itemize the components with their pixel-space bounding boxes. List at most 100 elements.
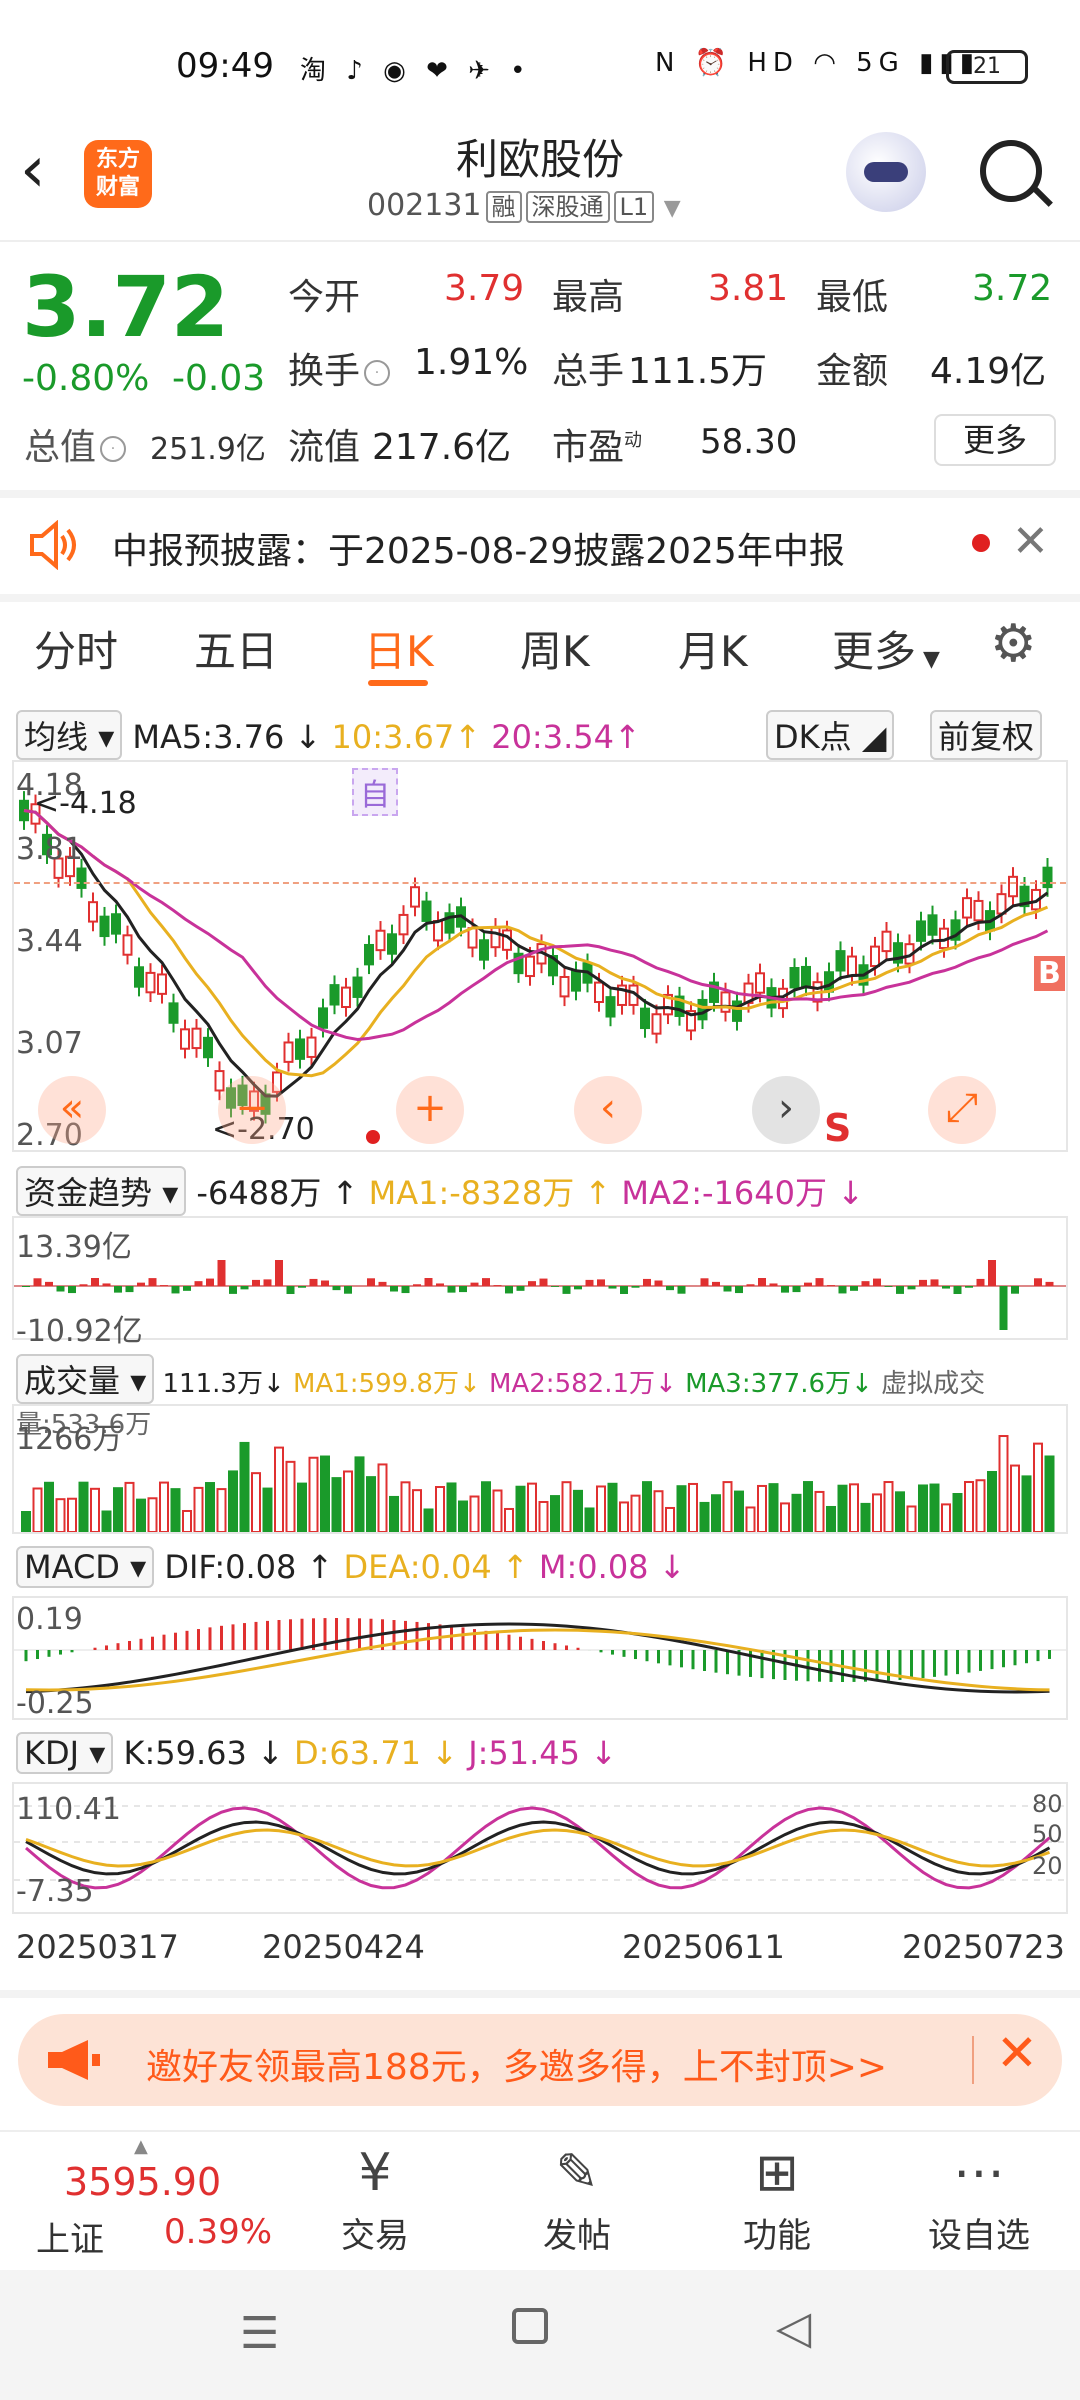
volume-selector[interactable]: 成交量 ▾ [16, 1354, 155, 1404]
k-line [25, 1820, 1051, 1876]
tab-indicator [368, 680, 428, 686]
volume-bar [895, 1491, 905, 1532]
date-label-2: 20250424 [262, 1928, 425, 1966]
kdj-selector[interactable]: KDJ ▾ [16, 1732, 114, 1774]
banner-text: 邀好友领最高188元，多邀多得，上不封顶>> [146, 2047, 888, 2088]
candle-body [99, 915, 110, 938]
self-select-tag[interactable]: 自 [352, 768, 398, 816]
kdj-ref-80: 80 [1032, 1790, 1063, 1818]
close-icon[interactable]: ✕ [1012, 516, 1049, 567]
kdj-top: 110.41 [16, 1792, 121, 1827]
settings-icon[interactable]: ⚙ [990, 614, 1037, 674]
fund-bar [321, 1280, 329, 1286]
fund-selector[interactable]: 资金趋势 ▾ [16, 1166, 187, 1216]
volume-bar [343, 1470, 353, 1532]
volume-bar [1033, 1442, 1043, 1532]
back-nav-icon[interactable]: ◁ [776, 2300, 811, 2354]
macd-selector[interactable]: MACD ▾ [16, 1546, 155, 1588]
megaphone-icon [48, 2040, 100, 2080]
volume-bar [964, 1481, 974, 1532]
back-icon[interactable]: ‹ [20, 138, 80, 210]
candle-body [168, 1002, 179, 1024]
fund-bar [850, 1286, 858, 1291]
sell-signal: S [824, 1106, 852, 1150]
assistant-avatar-icon[interactable] [846, 132, 926, 212]
fund-bar [930, 1279, 939, 1286]
home-icon[interactable] [512, 2308, 548, 2344]
volume-bar [883, 1481, 894, 1532]
volume-bar [630, 1494, 641, 1532]
candle-body [122, 934, 133, 956]
fund-bar [263, 1279, 272, 1286]
candle-body [157, 973, 167, 995]
fund-bar [804, 1282, 812, 1286]
status-time: 09:49 [176, 46, 274, 86]
macd-chart[interactable] [12, 1596, 1068, 1720]
add-watchlist-button[interactable]: ⋯ 设自选 [904, 2138, 1054, 2257]
adjust-button[interactable]: 前复权 [930, 710, 1043, 760]
status-bar: 09:49 淘 ♪ ◉ ❤ ✈ • N ⏰ HD ◠ 5G ▮▮▮ 21 [0, 0, 1080, 140]
kdj-chart[interactable] [12, 1782, 1068, 1914]
index-value[interactable]: 3595.90 [64, 2160, 221, 2204]
post-button[interactable]: ✎ 发帖 [502, 2138, 652, 2257]
volume-bar [584, 1507, 595, 1532]
index-percent[interactable]: 0.39% [164, 2212, 272, 2252]
volume-bar [32, 1487, 43, 1532]
candle-body [962, 897, 972, 919]
fund-bar [194, 1281, 203, 1286]
search-icon[interactable] [980, 140, 1042, 202]
candle-body [467, 927, 478, 949]
zoom-out-button[interactable]: − [218, 1076, 286, 1144]
scroll-left-button[interactable]: ‹ [574, 1076, 642, 1144]
tab-more[interactable]: 更多 ▼ [832, 618, 940, 679]
invite-banner[interactable]: 邀好友领最高188元，多邀多得，上不封顶>> ✕ [18, 2014, 1062, 2106]
caret-up-icon[interactable]: ▲ [134, 2136, 148, 2157]
fund-bar [735, 1286, 743, 1294]
candle-body [835, 950, 846, 972]
date-label-1: 20250317 [16, 1928, 179, 1966]
tab-five-day[interactable]: 五日 [194, 618, 278, 679]
candle-body [594, 981, 604, 1003]
trade-button[interactable]: ¥ 交易 [300, 2138, 450, 2257]
app-logo[interactable]: 东方 财富 [84, 140, 152, 208]
volume-bar [412, 1489, 422, 1532]
candle-body [479, 939, 489, 961]
function-button[interactable]: ⊞ 功能 [702, 2138, 852, 2257]
scroll-right-button[interactable]: › [752, 1076, 820, 1144]
fund-bar [459, 1286, 467, 1293]
tab-weekly-k[interactable]: 周K [520, 618, 590, 679]
fund-chart[interactable] [12, 1216, 1068, 1340]
volume-bar [239, 1441, 250, 1532]
volume-bar [469, 1495, 480, 1532]
tab-intraday[interactable]: 分时 [34, 618, 118, 679]
close-icon[interactable]: ✕ [996, 2024, 1038, 2082]
menu-icon[interactable]: ☰ [240, 2308, 279, 2359]
fund-bar [390, 1286, 398, 1292]
high-value: 3.81 [708, 268, 789, 309]
volume-bar [987, 1470, 997, 1532]
volume-bar [699, 1501, 710, 1532]
notification-icons: 淘 ♪ ◉ ❤ ✈ • [300, 56, 532, 86]
tab-daily-k[interactable]: 日K [364, 618, 434, 679]
info-icon[interactable]: · [364, 360, 391, 386]
network-label: 5G [856, 48, 905, 78]
fullscreen-button[interactable]: ⤢ [928, 1076, 996, 1144]
fund-bar [746, 1284, 755, 1286]
tab-monthly-k[interactable]: 月K [678, 618, 748, 679]
dk-point-button[interactable]: DK点 ◢ [766, 710, 895, 760]
index-name[interactable]: 上证 [36, 2212, 104, 2261]
zoom-in-button[interactable]: + [396, 1076, 464, 1144]
volume-bar [400, 1481, 411, 1532]
zoom-out-far-button[interactable]: « [38, 1076, 106, 1144]
more-button[interactable]: 更多 [934, 414, 1056, 466]
candle-body [755, 972, 765, 994]
kline-chart[interactable] [12, 760, 1068, 1152]
ma-selector[interactable]: 均线 ▾ [16, 710, 123, 760]
stock-code-row[interactable]: 002131 融深股通 L1 ▼ [367, 188, 681, 223]
candle-body [111, 913, 121, 935]
volume-chart[interactable] [12, 1404, 1068, 1534]
volume-bar [676, 1485, 687, 1532]
info-icon[interactable]: · [100, 436, 127, 462]
notice-bar[interactable]: 中报预披露：于2025-08-29披露2025年中报 ✕ [0, 498, 1080, 594]
candle-body [559, 975, 570, 998]
